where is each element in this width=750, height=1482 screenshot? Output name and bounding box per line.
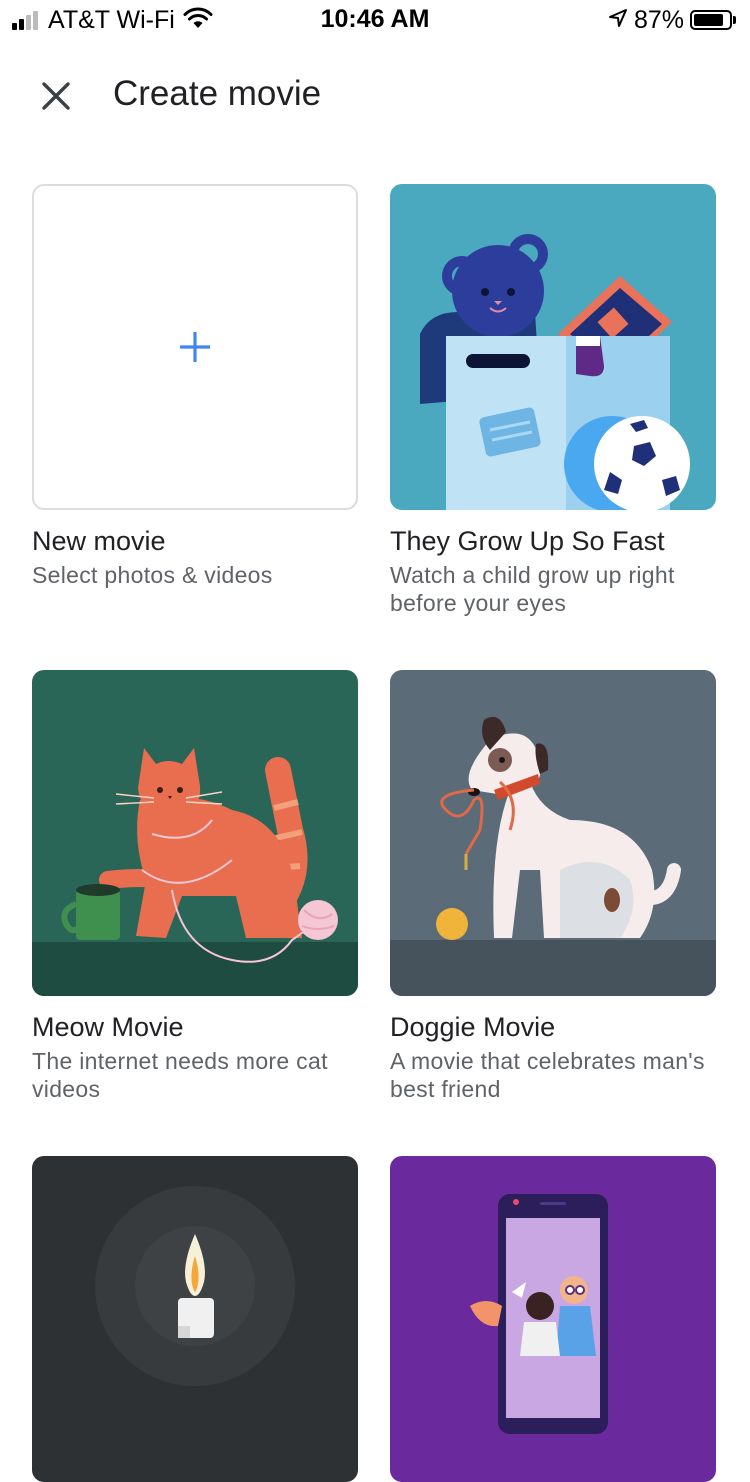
doggie-movie-thumbnail[interactable] <box>390 670 716 996</box>
doggie-movie-card[interactable]: Doggie Movie A movie that celebrates man… <box>390 670 716 1102</box>
card-title: Meow Movie <box>32 1012 184 1042</box>
plus-icon <box>180 332 210 362</box>
battery-fill <box>694 14 724 26</box>
card-subtitle: The internet needs more cat videos <box>32 1048 328 1102</box>
meow-movie-thumbnail[interactable] <box>32 670 358 996</box>
grow-up-illustration <box>390 184 716 510</box>
card-title: Doggie Movie <box>390 1012 556 1042</box>
app-header: Create movie <box>0 56 750 136</box>
candle-movie-card[interactable] <box>32 1156 358 1482</box>
candle-illustration <box>32 1156 358 1482</box>
status-bar: AT&T Wi-Fi 10:46 AM 87% <box>0 0 750 40</box>
location-arrow-icon <box>608 8 628 33</box>
close-button[interactable] <box>30 70 82 122</box>
battery-percent: 87% <box>633 5 684 34</box>
meow-movie-card[interactable]: Meow Movie The internet needs more cat v… <box>32 670 358 1102</box>
grow-up-thumbnail[interactable] <box>390 184 716 510</box>
card-title: New movie <box>32 526 166 556</box>
selfie-illustration <box>390 1156 716 1482</box>
new-movie-card[interactable]: New movie Select photos & videos <box>32 184 358 588</box>
grow-up-card[interactable]: They Grow Up So Fast Watch a child grow … <box>390 184 716 616</box>
card-subtitle: A movie that celebrates man's best frien… <box>390 1048 705 1102</box>
candle-movie-thumbnail[interactable] <box>32 1156 358 1482</box>
page-title: Create movie <box>113 74 322 113</box>
battery-icon <box>690 10 732 30</box>
cat-illustration <box>32 670 358 996</box>
new-movie-thumbnail[interactable] <box>32 184 358 510</box>
status-right: 87% <box>608 6 736 34</box>
battery-tip <box>733 16 736 24</box>
selfie-movie-card[interactable] <box>390 1156 716 1482</box>
card-subtitle: Select photos & videos <box>32 562 273 588</box>
selfie-movie-thumbnail[interactable] <box>390 1156 716 1482</box>
dog-illustration <box>390 670 716 996</box>
card-subtitle: Watch a child grow up right before your … <box>390 562 675 616</box>
close-icon <box>42 82 70 110</box>
card-title: They Grow Up So Fast <box>390 526 665 556</box>
